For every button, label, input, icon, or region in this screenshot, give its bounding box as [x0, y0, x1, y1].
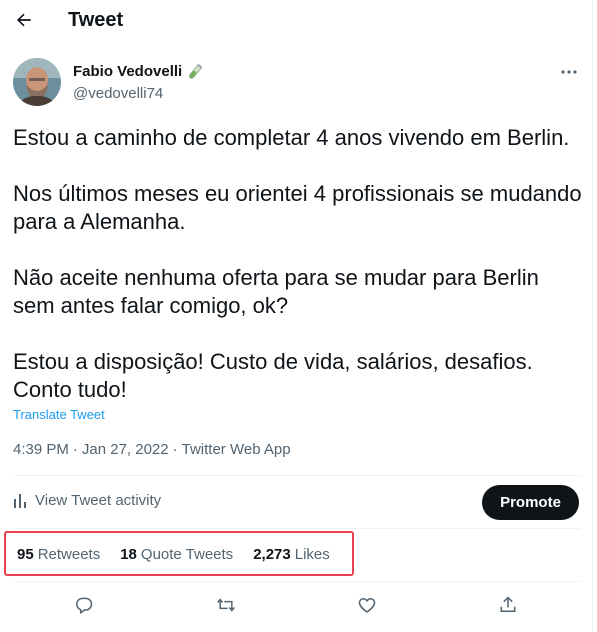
share-button[interactable]	[496, 593, 520, 617]
quote-tweets-label: Quote Tweets	[140, 546, 234, 563]
arrow-left-icon	[17, 13, 31, 27]
tweet-text: Estou a caminho de completar 4 anos vive…	[13, 124, 583, 404]
back-button[interactable]	[8, 4, 40, 36]
divider	[13, 581, 580, 582]
translate-tweet-link[interactable]: Translate Tweet	[13, 406, 105, 424]
author-handle[interactable]: @vedovelli74	[73, 84, 163, 104]
tweet-date[interactable]: Jan 27, 2022	[82, 441, 169, 458]
retweets-stat[interactable]: 95 Retweets	[17, 545, 100, 565]
avatar-image	[13, 58, 61, 106]
like-button[interactable]	[355, 593, 379, 617]
tweet-paragraph: Estou a caminho de completar 4 anos vive…	[13, 125, 570, 150]
meta-separator: ·	[72, 441, 78, 458]
view-tweet-activity-link[interactable]: View Tweet activity	[13, 492, 161, 509]
engagement-stats: 95 Retweets 18 Quote Tweets 2,273 Likes	[17, 545, 350, 565]
retweets-count: 95	[17, 546, 34, 563]
divider	[13, 475, 580, 476]
more-options-button[interactable]	[555, 60, 583, 84]
avatar[interactable]	[13, 58, 61, 106]
tweet-header: Tweet	[0, 0, 590, 42]
retweets-label: Retweets	[37, 546, 101, 563]
quote-tweets-count: 18	[120, 546, 137, 563]
tweet-time[interactable]: 4:39 PM	[13, 441, 69, 458]
page-title: Tweet	[68, 9, 124, 31]
likes-stat[interactable]: 2,273 Likes	[253, 545, 330, 565]
quote-tweets-stat[interactable]: 18 Quote Tweets	[120, 545, 233, 565]
divider	[13, 528, 580, 529]
column-border	[592, 0, 593, 632]
retweet-button[interactable]	[214, 593, 238, 617]
tweet-paragraph: Estou a disposição! Custo de vida, salár…	[13, 349, 533, 402]
tweet-paragraph: Nos últimos meses eu orientei 4 profissi…	[13, 181, 582, 234]
author-name-row: Fabio Vedovelli	[73, 62, 204, 82]
more-dots-icon	[561, 70, 577, 74]
likes-count: 2,273	[253, 546, 291, 563]
tweet-paragraph: Não aceite nenhuma oferta para se mudar …	[13, 265, 539, 318]
likes-label: Likes	[294, 546, 330, 563]
author-name[interactable]: Fabio Vedovelli	[73, 62, 182, 82]
tweet-actions	[0, 590, 590, 620]
bar-chart-icon	[14, 493, 26, 508]
view-tweet-activity-label: View Tweet activity	[35, 492, 162, 509]
share-icon	[500, 596, 516, 612]
tweet-source[interactable]: Twitter Web App	[182, 441, 291, 458]
retweet-icon	[217, 598, 235, 612]
reply-button[interactable]	[72, 593, 96, 617]
heart-icon	[358, 598, 376, 613]
promote-button[interactable]: Promote	[482, 485, 579, 520]
meta-separator: ·	[172, 441, 178, 458]
tweet-timestamp: 4:39 PM · Jan 27, 2022 · Twitter Web App	[13, 440, 291, 460]
reply-icon	[76, 597, 93, 614]
test-tube-emoji-icon	[189, 64, 203, 79]
